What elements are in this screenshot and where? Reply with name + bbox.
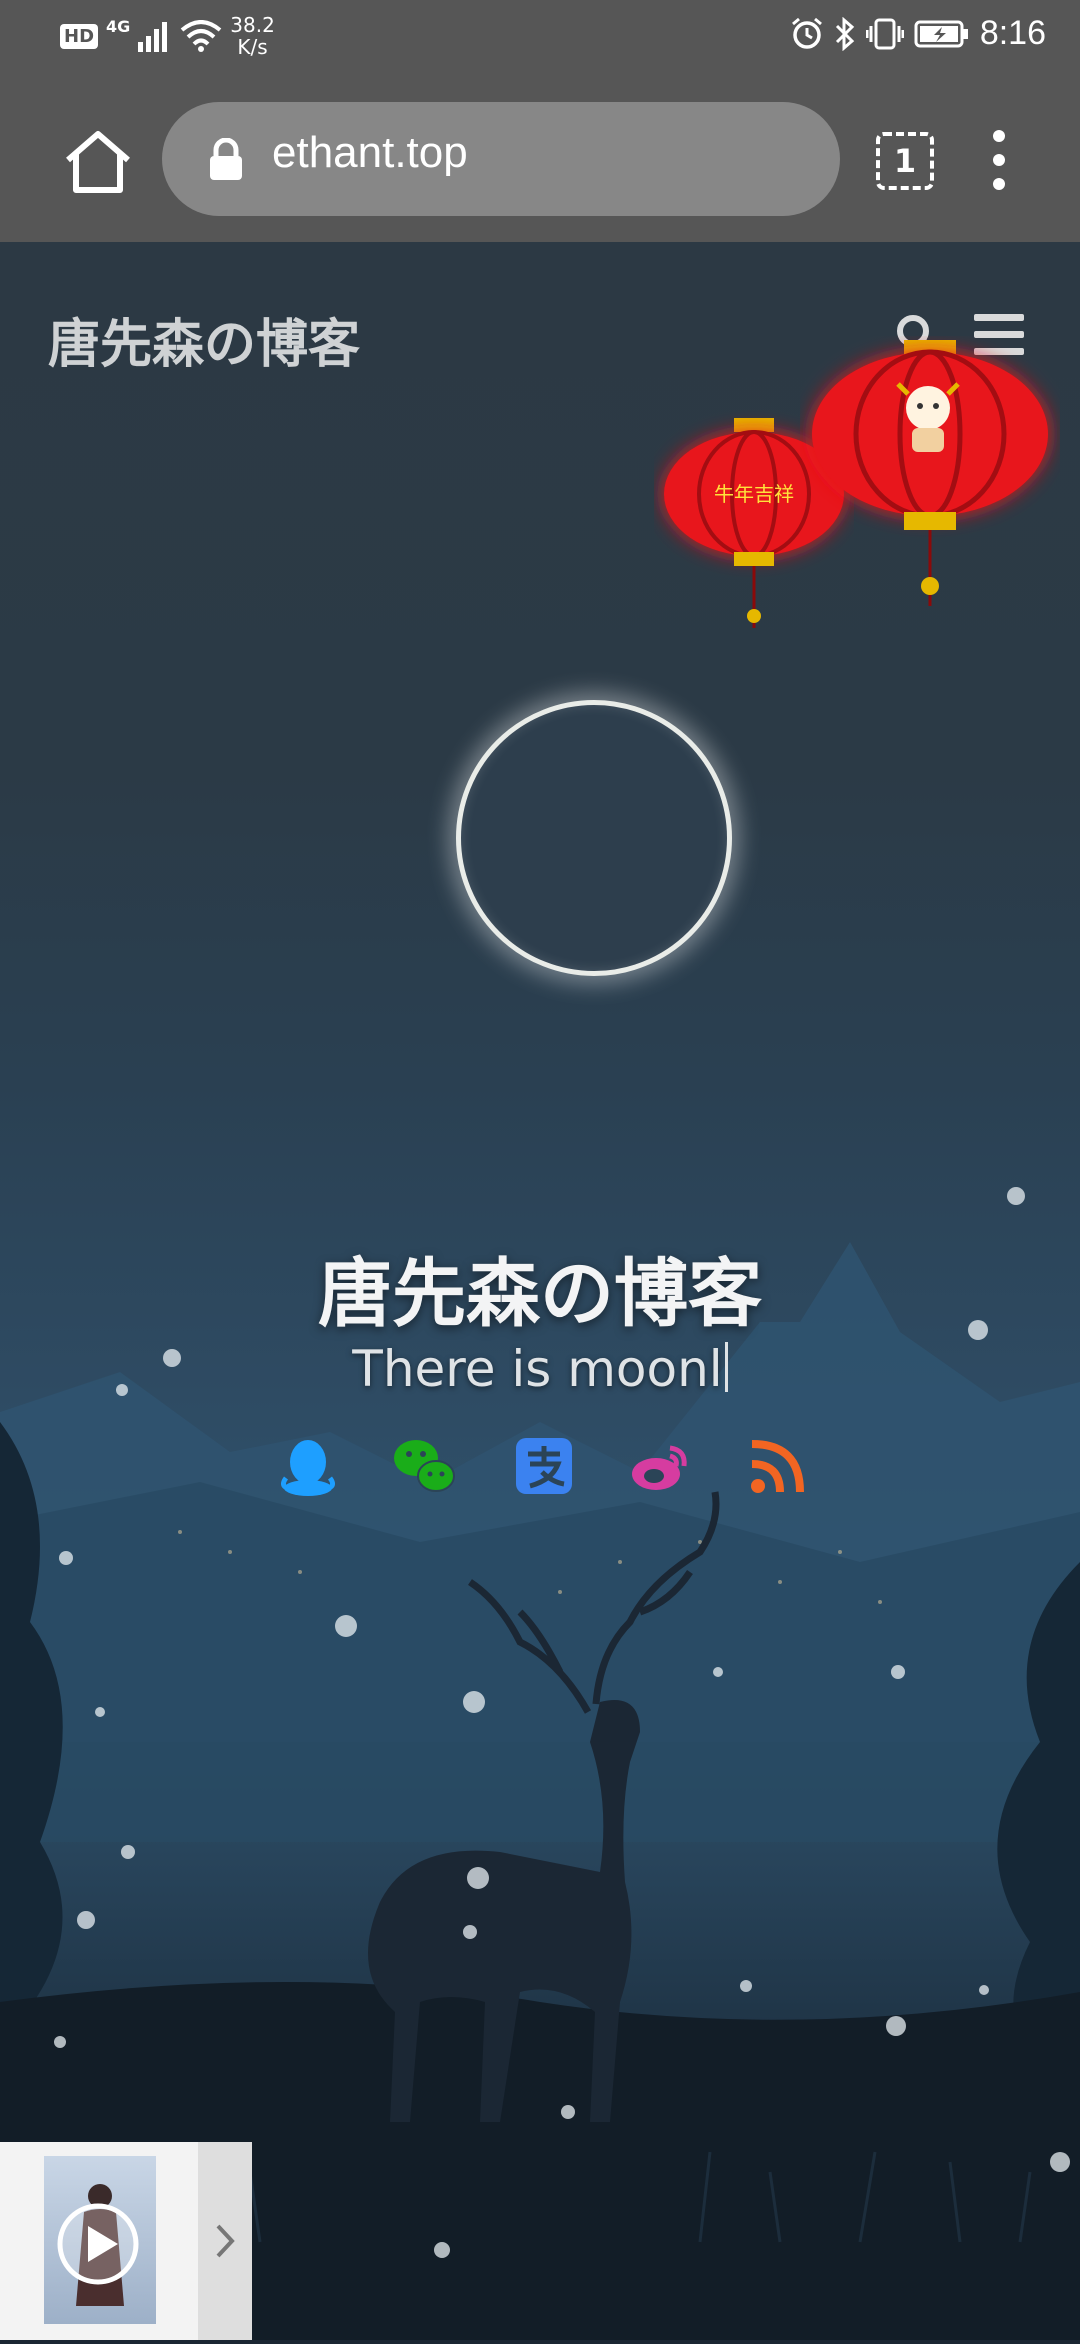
chevron-right-icon [216,2224,235,2258]
status-left: HD 4G 38.2 K/s [60,14,275,58]
clock: 8:16 [979,14,1046,52]
network-speed: 38.2 K/s [230,14,275,58]
wifi-icon [180,20,222,52]
menu-dot [993,130,1005,142]
alarm-icon [791,17,822,49]
url-text: ethant.top [272,128,468,177]
menu-dot [993,154,1005,166]
speed-value: 38.2 [230,13,275,37]
hamburger-line [974,314,1024,321]
status-bar: HD 4G 38.2 K/s 8:16 [0,0,1080,80]
hd-badge: HD [60,23,99,49]
bluetooth-icon [835,16,855,51]
overflow-menu-button[interactable] [988,130,1010,192]
signal-icon [138,22,168,52]
mini-music-player [0,2142,252,2340]
play-button[interactable] [56,2202,140,2286]
address-bar[interactable]: ethant.top [162,102,840,216]
status-right: 8:16 [790,14,1046,53]
alipay-icon[interactable] [512,1434,576,1498]
site-header-title[interactable]: 唐先森の博客 [48,302,360,377]
browser-toolbar: ethant.top 1 [0,80,1080,242]
qq-icon[interactable] [276,1434,340,1498]
rss-icon[interactable] [746,1434,810,1498]
hero-typing-subtitle: There is moonl [0,1340,1080,1398]
lantern-text: 牛年吉祥 [714,482,794,506]
lantern-large [812,340,1048,606]
lock-icon [210,138,242,180]
network-type: 4G [106,16,131,36]
battery-charging-icon [914,20,968,47]
tab-switcher-button[interactable]: 1 [876,132,934,190]
wechat-icon[interactable] [392,1434,456,1498]
vibrate-icon [865,18,904,49]
menu-dot [993,178,1005,190]
moon-ring [456,700,732,976]
typing-cursor [724,1342,728,1392]
player-expand-button[interactable] [198,2142,252,2340]
weibo-icon[interactable] [628,1434,692,1498]
home-icon[interactable] [60,124,136,200]
hero-section: 唐先森の博客 牛年吉祥 唐先森の博客 There is moonl [0,242,1080,2340]
subtitle-text: There is moonl [352,1340,723,1398]
social-links [0,1434,1080,1504]
hero-title: 唐先森の博客 [318,1251,762,1337]
speed-unit: K/s [237,35,268,59]
